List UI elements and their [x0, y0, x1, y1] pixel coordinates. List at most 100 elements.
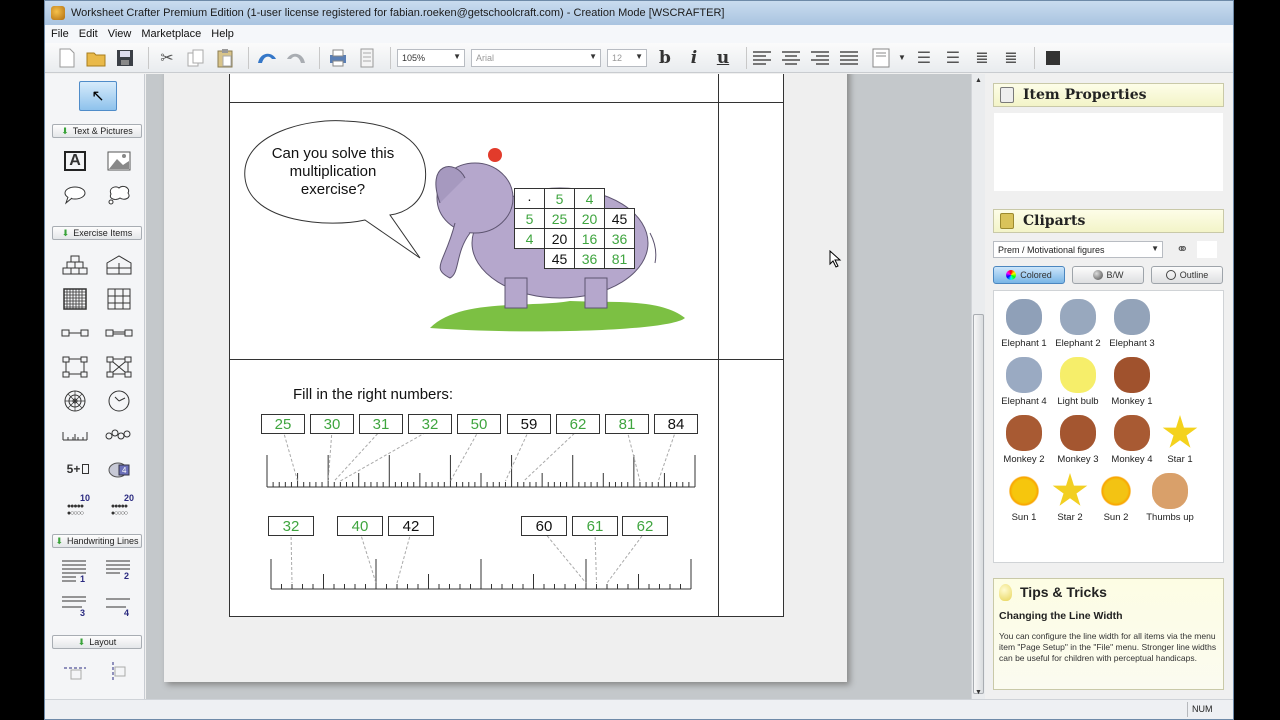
binoculars-search-icon[interactable]: ⚭ — [1176, 240, 1189, 258]
new-document-button[interactable] — [55, 46, 79, 70]
increase-indent-icon[interactable]: ≣ — [999, 46, 1023, 70]
target-wheel-tool[interactable] — [60, 388, 90, 414]
number-house-tool[interactable] — [104, 252, 134, 278]
text-color-icon[interactable] — [1041, 46, 1065, 70]
handwriting-lines-4-tool[interactable]: 4 — [104, 592, 134, 618]
scroll-down-icon[interactable]: ▼ — [975, 689, 982, 696]
handwriting-lines-2-tool[interactable]: 2 — [104, 558, 134, 584]
font-size-select[interactable]: 12 ▼ — [607, 48, 647, 67]
clock-tool[interactable] — [104, 388, 134, 414]
mult-table-cell[interactable]: 5 — [544, 188, 575, 209]
clipart-item[interactable]: Monkey 3 — [1052, 415, 1104, 465]
mult-table-cell[interactable]: 36 — [574, 248, 605, 269]
select-pointer-tool[interactable]: ↖ — [79, 81, 117, 111]
speech-bubble-tool[interactable] — [60, 182, 90, 208]
mult-table-cell[interactable]: 16 — [574, 228, 605, 249]
double-arrow-chain-tool[interactable] — [104, 320, 134, 346]
number-box[interactable]: 81 — [605, 414, 649, 434]
number-box[interactable]: 42 — [388, 516, 434, 536]
clipart-item[interactable]: Elephant 1 — [998, 299, 1050, 349]
align-justify-icon[interactable] — [840, 50, 858, 65]
dot-field-10-tool[interactable]: 10 ●●●●● ●○○○○ — [60, 489, 90, 521]
group-text-pictures[interactable]: ⬇ Text & Pictures — [52, 124, 142, 138]
number-box[interactable]: 84 — [654, 414, 698, 434]
elephant-task-tool[interactable]: 4 — [104, 456, 134, 482]
worksheet-margin-cell[interactable] — [718, 102, 784, 360]
clipart-item[interactable]: Monkey 2 — [998, 415, 1050, 465]
clipart-item[interactable]: Monkey 1 — [1106, 357, 1158, 407]
zoom-select[interactable]: 105% ▼ — [397, 48, 465, 67]
handwriting-lines-3-tool[interactable]: 3 — [60, 592, 90, 618]
chevron-down-icon[interactable]: ▼ — [898, 53, 906, 62]
worksheet-canvas[interactable]: Can you solve this multiplication exerci… — [146, 74, 972, 699]
number-box[interactable]: 59 — [507, 414, 551, 434]
arrow-chain-tool[interactable] — [60, 320, 90, 346]
scroll-up-icon[interactable]: ▲ — [975, 77, 982, 84]
horizontal-separator-tool[interactable] — [60, 659, 90, 685]
number-box[interactable]: 62 — [556, 414, 600, 434]
vertical-align-icon[interactable] — [869, 46, 893, 70]
elephant-exercise-cell[interactable]: Can you solve this multiplication exerci… — [229, 102, 719, 360]
clipart-item[interactable]: Elephant 3 — [1106, 299, 1158, 349]
save-button[interactable] — [113, 46, 137, 70]
underline-button[interactable]: u — [711, 46, 735, 70]
clipart-item[interactable]: Star 2 — [1044, 473, 1096, 523]
thought-bubble-tool[interactable] — [104, 182, 134, 208]
outline-mode-button[interactable]: Outline — [1151, 266, 1223, 284]
clipart-item[interactable]: Monkey 4 — [1106, 415, 1158, 465]
menu-edit[interactable]: Edit — [79, 28, 98, 40]
bw-mode-button[interactable]: B/W — [1072, 266, 1144, 284]
number-line-exercise-cell[interactable]: Fill in the right numbers: 25 30 31 32 50 59 6… — [229, 359, 719, 617]
align-right-icon[interactable] — [811, 50, 829, 65]
number-box[interactable]: 30 — [310, 414, 354, 434]
number-box[interactable]: 25 — [261, 414, 305, 434]
paste-icon[interactable] — [213, 46, 237, 70]
dot-field-20-tool[interactable]: 20 ●●●●● ●○○○○ — [104, 489, 134, 521]
vertical-separator-tool[interactable] — [104, 659, 134, 685]
open-folder-button[interactable] — [84, 46, 108, 70]
mult-table-cell[interactable]: 25 — [544, 208, 575, 229]
number-box[interactable]: 40 — [337, 516, 383, 536]
numbered-list-icon[interactable]: ☰ — [912, 46, 936, 70]
handwriting-lines-1-tool[interactable]: 1 — [60, 558, 90, 584]
clipart-item[interactable]: Sun 2 — [1090, 473, 1142, 523]
page-preview-icon[interactable] — [355, 46, 379, 70]
arrow-cross-tool[interactable] — [104, 354, 134, 380]
menu-view[interactable]: View — [108, 28, 132, 40]
clipart-category-select[interactable]: Prem / Motivational figures ▼ — [993, 241, 1163, 258]
number-pyramid-tool[interactable] — [60, 252, 90, 278]
number-box[interactable]: 62 — [622, 516, 668, 536]
clipart-item[interactable]: Sun 1 — [998, 473, 1050, 523]
arrow-square-tool[interactable] — [60, 354, 90, 380]
vertical-scrollbar[interactable]: ▲ ▼ — [971, 74, 985, 699]
clipart-item[interactable]: Elephant 4 — [998, 357, 1050, 407]
font-select[interactable]: Arial ▼ — [471, 48, 601, 67]
mult-table-cell[interactable]: 4 — [574, 188, 605, 209]
ruler-tool[interactable] — [60, 422, 90, 448]
worksheet-margin-cell[interactable] — [718, 359, 784, 617]
decrease-indent-icon[interactable]: ≣ — [970, 46, 994, 70]
number-box[interactable]: 32 — [408, 414, 452, 434]
grid-tool[interactable] — [60, 286, 90, 312]
calculation-tool[interactable]: 5+ — [60, 456, 96, 482]
bullet-list-icon[interactable]: ☰ — [941, 46, 965, 70]
number-box[interactable]: 31 — [359, 414, 403, 434]
mult-table-cell[interactable]: 36 — [604, 228, 635, 249]
group-layout[interactable]: ⬇ Layout — [52, 635, 142, 649]
search-field[interactable] — [1197, 241, 1217, 258]
italic-button[interactable]: i — [682, 46, 706, 70]
bead-chain-tool[interactable] — [104, 422, 134, 448]
align-left-icon[interactable] — [753, 50, 771, 65]
number-box[interactable]: 32 — [268, 516, 314, 536]
group-exercise-items[interactable]: ⬇ Exercise Items — [52, 226, 142, 240]
copy-icon[interactable] — [184, 46, 208, 70]
clipart-item[interactable]: Thumbs up — [1140, 473, 1200, 523]
table-tool[interactable] — [104, 286, 134, 312]
cut-icon[interactable]: ✂ — [155, 46, 179, 70]
align-center-icon[interactable] — [782, 50, 800, 65]
bold-button[interactable]: b — [653, 46, 677, 70]
clipart-item[interactable]: Light bulb — [1052, 357, 1104, 407]
worksheet-cell[interactable] — [229, 74, 719, 103]
menu-marketplace[interactable]: Marketplace — [141, 28, 201, 40]
mult-table-cell[interactable]: 20 — [574, 208, 605, 229]
